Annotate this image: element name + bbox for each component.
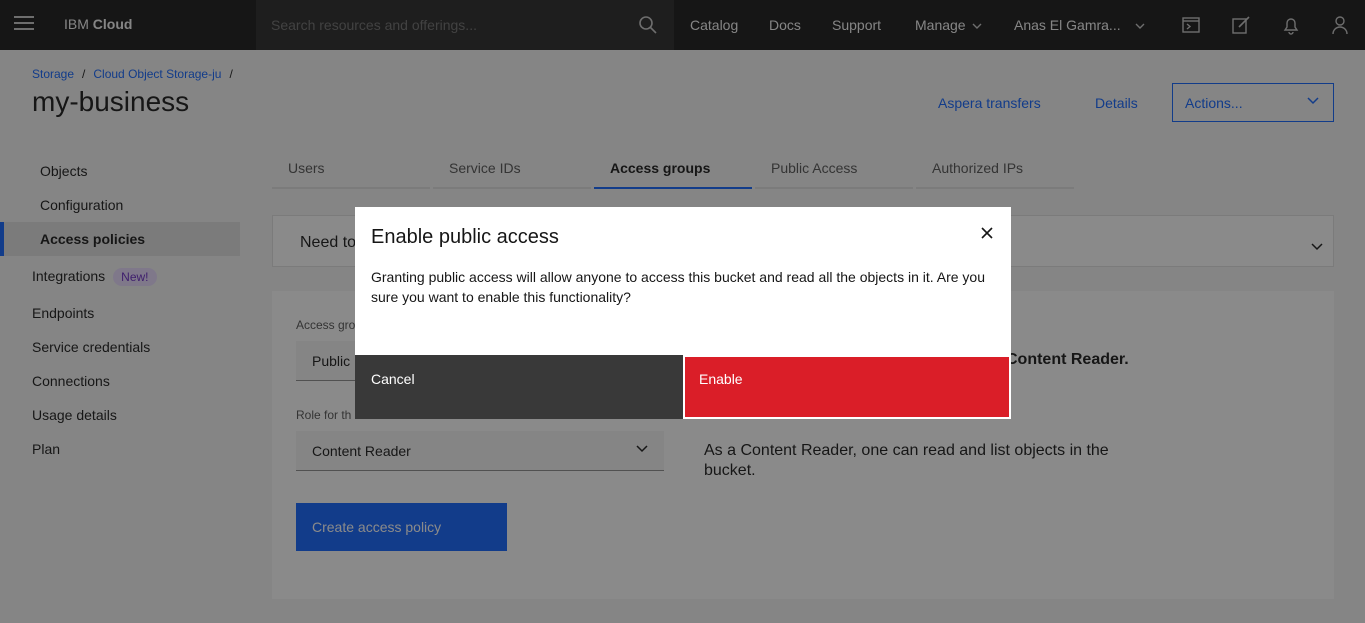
enable-button[interactable]: Enable xyxy=(683,355,1011,419)
cancel-button[interactable]: Cancel xyxy=(355,355,683,419)
modal-title: Enable public access xyxy=(371,226,559,248)
enable-public-access-modal: Enable public access Granting public acc… xyxy=(355,207,1011,419)
modal-footer: Cancel Enable xyxy=(355,355,1011,419)
modal-body: Granting public access will allow anyone… xyxy=(371,269,985,305)
close-icon xyxy=(981,227,993,239)
enable-button-label: Enable xyxy=(699,371,743,387)
cancel-button-label: Cancel xyxy=(371,371,415,387)
modal-close-button[interactable] xyxy=(971,217,1003,249)
